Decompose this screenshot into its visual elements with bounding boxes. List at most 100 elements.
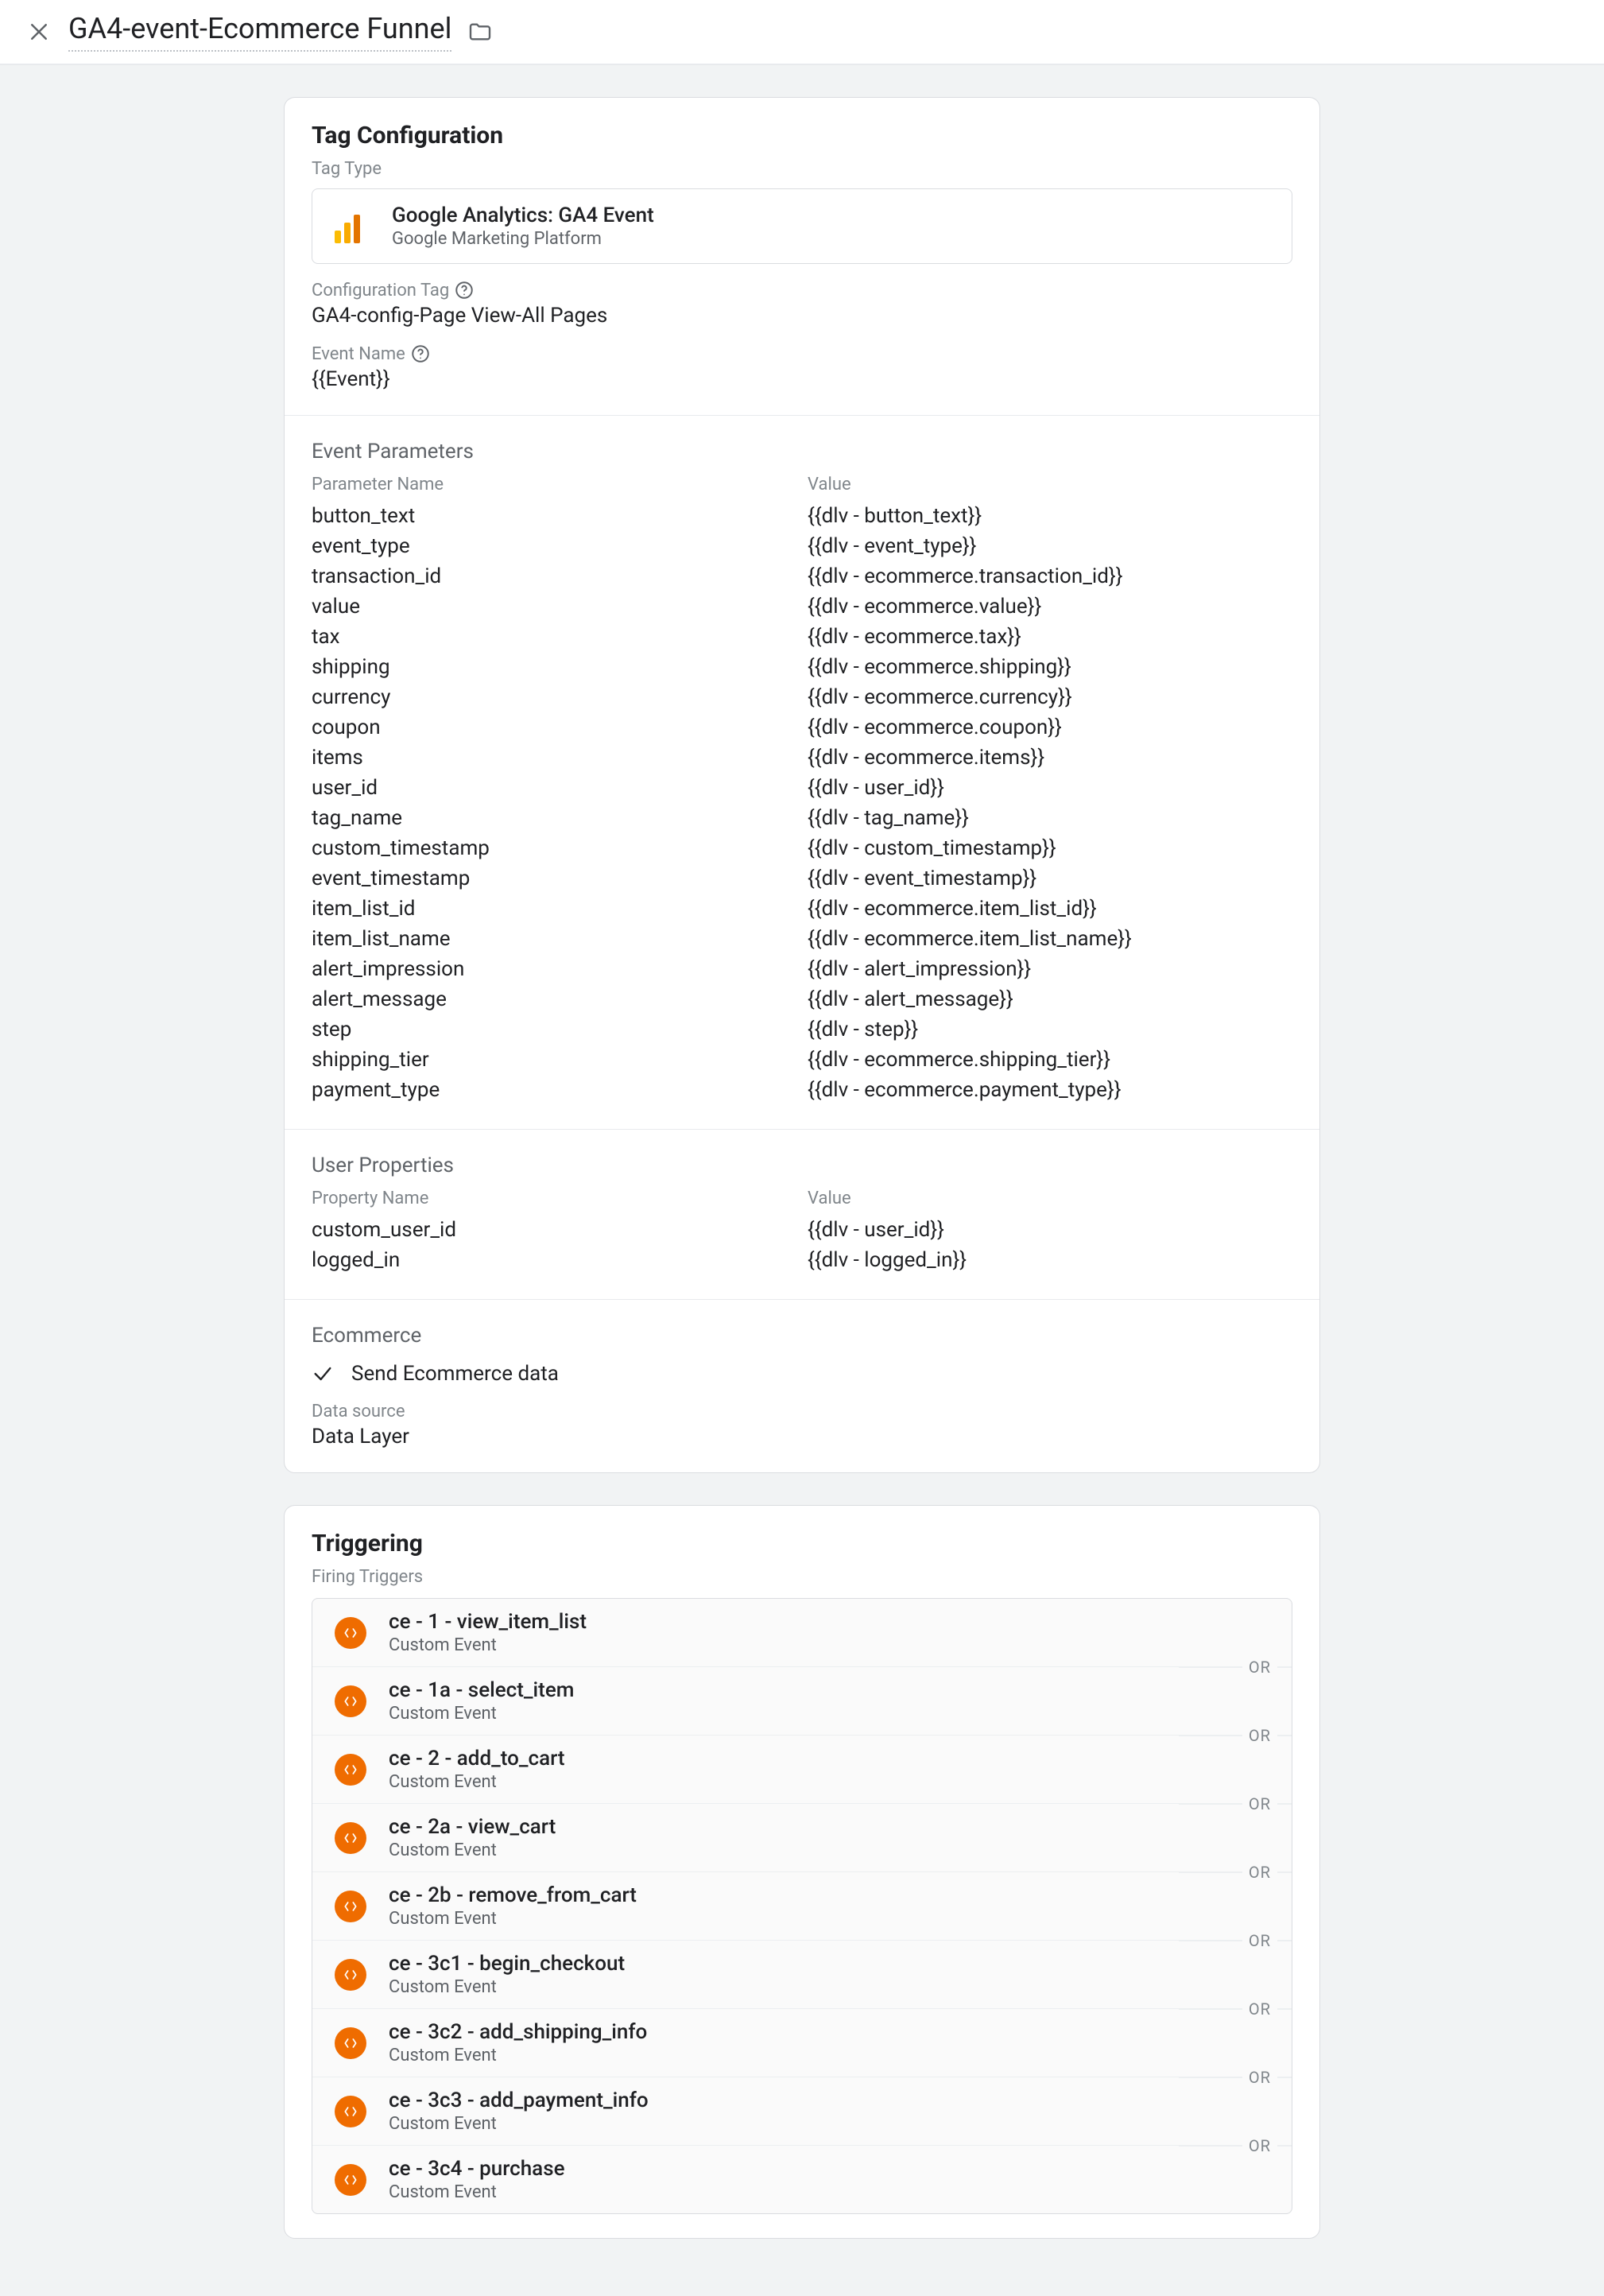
event-param-value: {{dlv - event_timestamp}} [808, 867, 1292, 890]
event-param-name: transaction_id [312, 564, 808, 588]
event-param-name: alert_impression [312, 957, 808, 981]
event-param-row: tag_name{{dlv - tag_name}} [312, 803, 1292, 833]
event-param-value: {{dlv - ecommerce.item_list_id}} [808, 897, 1292, 921]
event-name-label: Event Name [312, 343, 1292, 364]
event-param-row: coupon{{dlv - ecommerce.coupon}} [312, 712, 1292, 743]
event-param-name: alert_message [312, 987, 808, 1011]
event-param-name: custom_timestamp [312, 836, 808, 860]
firing-trigger-title: ce - 1a - select_item [389, 1678, 574, 1702]
or-separator: OR [1242, 1931, 1277, 1950]
event-param-value: {{dlv - ecommerce.transaction_id}} [808, 564, 1292, 588]
event-param-name: payment_type [312, 1078, 808, 1102]
firing-trigger-item[interactable]: ce - 1 - view_item_listCustom EventOR [312, 1599, 1292, 1666]
event-param-value: {{dlv - custom_timestamp}} [808, 836, 1292, 860]
topbar: GA4-event-Ecommerce Funnel [0, 0, 1604, 65]
custom-event-icon [335, 2096, 366, 2127]
firing-trigger-subtitle: Custom Event [389, 1772, 565, 1792]
event-param-value: {{dlv - ecommerce.tax}} [808, 625, 1292, 649]
firing-trigger-title: ce - 2 - add_to_cart [389, 1747, 565, 1770]
triggering-card[interactable]: Triggering Firing Triggers ce - 1 - view… [284, 1505, 1320, 2239]
event-param-value: {{dlv - ecommerce.payment_type}} [808, 1078, 1292, 1102]
firing-trigger-item[interactable]: ce - 2b - remove_from_cartCustom EventOR [312, 1871, 1292, 1940]
event-param-name: currency [312, 685, 808, 709]
event-param-name: step [312, 1018, 808, 1041]
param-value-header: Value [808, 475, 1292, 494]
firing-trigger-item[interactable]: ce - 2 - add_to_cartCustom EventOR [312, 1735, 1292, 1803]
tag-type-title: Google Analytics: GA4 Event [392, 204, 654, 227]
event-param-row: alert_impression{{dlv - alert_impression… [312, 954, 1292, 984]
folder-icon[interactable] [467, 19, 493, 45]
event-param-row: custom_timestamp{{dlv - custom_timestamp… [312, 833, 1292, 863]
close-icon[interactable] [27, 20, 51, 44]
firing-trigger-item[interactable]: ce - 2a - view_cartCustom EventOR [312, 1803, 1292, 1871]
firing-trigger-subtitle: Custom Event [389, 1909, 637, 1929]
event-param-row: button_text{{dlv - button_text}} [312, 501, 1292, 531]
or-separator: OR [1242, 1863, 1277, 1882]
event-param-name: button_text [312, 504, 808, 528]
firing-trigger-subtitle: Custom Event [389, 2046, 647, 2065]
event-param-value: {{dlv - alert_message}} [808, 987, 1292, 1011]
event-param-row: payment_type{{dlv - ecommerce.payment_ty… [312, 1075, 1292, 1105]
event-parameters-heading: Event Parameters [312, 440, 1292, 463]
tag-name-input[interactable]: GA4-event-Ecommerce Funnel [68, 12, 451, 52]
tag-configuration-heading: Tag Configuration [312, 122, 1292, 149]
configuration-tag-label: Configuration Tag [312, 280, 1292, 301]
event-param-name: value [312, 595, 808, 619]
or-separator: OR [1242, 2068, 1277, 2087]
firing-trigger-item[interactable]: ce - 3c4 - purchaseCustom Event [312, 2145, 1292, 2213]
firing-trigger-item[interactable]: ce - 3c3 - add_payment_infoCustom EventO… [312, 2077, 1292, 2145]
firing-triggers-label: Firing Triggers [312, 1567, 1292, 1587]
firing-trigger-title: ce - 3c1 - begin_checkout [389, 1952, 625, 1976]
configuration-tag-value: GA4-config-Page View-All Pages [312, 304, 1292, 328]
data-source-label: Data source [312, 1402, 1292, 1421]
user-prop-value-header: Value [808, 1189, 1292, 1208]
event-param-value: {{dlv - ecommerce.shipping}} [808, 655, 1292, 679]
send-ecommerce-data-label: Send Ecommerce data [351, 1362, 559, 1386]
ecommerce-heading: Ecommerce [312, 1324, 1292, 1348]
data-source-value: Data Layer [312, 1425, 1292, 1449]
firing-trigger-title: ce - 1 - view_item_list [389, 1610, 587, 1634]
firing-trigger-item[interactable]: ce - 1a - select_itemCustom EventOR [312, 1666, 1292, 1735]
event-param-row: items{{dlv - ecommerce.items}} [312, 743, 1292, 773]
firing-trigger-subtitle: Custom Event [389, 1704, 574, 1724]
or-separator: OR [1242, 1658, 1277, 1677]
event-param-name: items [312, 746, 808, 770]
or-separator: OR [1242, 1726, 1277, 1745]
param-name-header: Parameter Name [312, 475, 808, 494]
tag-type-label: Tag Type [312, 159, 1292, 179]
custom-event-icon [335, 1754, 366, 1786]
event-param-name: tag_name [312, 806, 808, 830]
tag-type-box[interactable]: Google Analytics: GA4 Event Google Marke… [312, 188, 1292, 264]
event-param-row: currency{{dlv - ecommerce.currency}} [312, 682, 1292, 712]
event-param-name: tax [312, 625, 808, 649]
page-body: Tag Configuration Tag Type Google Analyt… [0, 65, 1604, 2296]
event-param-row: transaction_id{{dlv - ecommerce.transact… [312, 561, 1292, 591]
event-param-value: {{dlv - ecommerce.shipping_tier}} [808, 1048, 1292, 1072]
or-separator: OR [1242, 2136, 1277, 2155]
event-param-value: {{dlv - ecommerce.coupon}} [808, 716, 1292, 739]
tag-configuration-card[interactable]: Tag Configuration Tag Type Google Analyt… [284, 97, 1320, 1473]
firing-trigger-item[interactable]: ce - 3c1 - begin_checkoutCustom EventOR [312, 1940, 1292, 2008]
user-prop-name: custom_user_id [312, 1218, 808, 1242]
firing-trigger-subtitle: Custom Event [389, 1977, 625, 1997]
firing-trigger-subtitle: Custom Event [389, 1635, 587, 1655]
event-param-value: {{dlv - user_id}} [808, 776, 1292, 800]
event-param-value: {{dlv - button_text}} [808, 504, 1292, 528]
event-param-value: {{dlv - ecommerce.items}} [808, 746, 1292, 770]
event-param-value: {{dlv - event_type}} [808, 534, 1292, 558]
help-icon[interactable] [410, 343, 431, 364]
firing-trigger-item[interactable]: ce - 3c2 - add_shipping_infoCustom Event… [312, 2008, 1292, 2077]
event-param-row: value{{dlv - ecommerce.value}} [312, 591, 1292, 622]
event-param-row: shipping_tier{{dlv - ecommerce.shipping_… [312, 1045, 1292, 1075]
user-prop-name-header: Property Name [312, 1189, 808, 1208]
custom-event-icon [335, 1617, 366, 1649]
event-param-name: shipping [312, 655, 808, 679]
event-name-value: {{Event}} [312, 367, 1292, 391]
or-separator: OR [1242, 1999, 1277, 2019]
user-prop-row: logged_in{{dlv - logged_in}} [312, 1245, 1292, 1275]
firing-trigger-title: ce - 3c3 - add_payment_info [389, 2089, 649, 2112]
firing-triggers-list: ce - 1 - view_item_listCustom EventORce … [312, 1598, 1292, 2214]
help-icon[interactable] [454, 280, 475, 301]
event-parameters-table: Parameter Name Value button_text{{dlv - … [312, 475, 1292, 1105]
firing-trigger-title: ce - 2b - remove_from_cart [389, 1883, 637, 1907]
